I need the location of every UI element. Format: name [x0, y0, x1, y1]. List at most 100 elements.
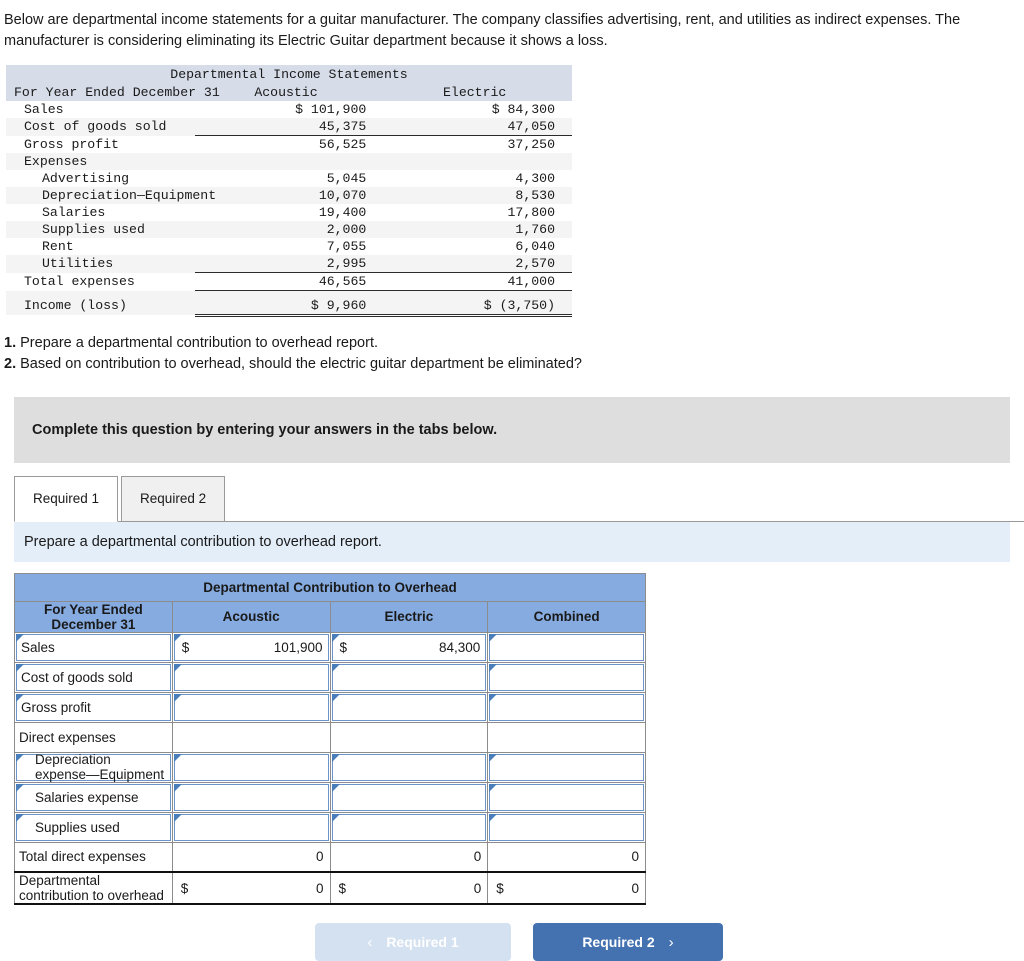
total-value: 0	[488, 849, 645, 864]
is-value-electric: 37,250	[383, 136, 572, 154]
previous-button-label: Required 1	[386, 934, 458, 950]
answer-value-cell-combined[interactable]	[488, 812, 646, 842]
label-input-depreciation[interactable]: Depreciation expense—Equipment	[16, 754, 171, 781]
answer-label-cell[interactable]: Supplies used	[15, 812, 173, 842]
dropdown-triangle-icon	[174, 784, 182, 792]
chevron-right-icon: ›	[669, 934, 674, 951]
next-required-2-button[interactable]: Required 2 ›	[533, 923, 723, 961]
dropdown-triangle-icon	[174, 754, 182, 762]
amount-input-value: 84,300	[333, 640, 486, 655]
amount-input-gross-profit-combined[interactable]	[489, 694, 644, 721]
label-input-gross-profit[interactable]: Gross profit	[16, 694, 171, 721]
is-value-electric: $ (3,750)	[383, 297, 572, 316]
answer-row-salaries: Salaries expense	[15, 782, 646, 812]
answer-value-cell-electric[interactable]	[330, 782, 488, 812]
is-row-rent: Rent 7,055 6,040	[6, 238, 572, 255]
tab-required-2[interactable]: Required 2	[121, 476, 225, 522]
contribution-combined: $ 0	[488, 873, 645, 903]
is-row-depreciation: Depreciation—Equipment 10,070 8,530	[6, 187, 572, 204]
currency-symbol: $	[182, 640, 190, 655]
amount-input-supplies-used-acoustic[interactable]	[174, 814, 329, 841]
requirement-item-1: 1. Prepare a departmental contribution t…	[4, 333, 1024, 354]
amount-input-salaries-electric[interactable]	[332, 784, 487, 811]
answer-value-cell-combined[interactable]	[488, 662, 646, 692]
income-statement-title-row: Departmental Income Statements	[6, 65, 572, 83]
total-value: 0	[331, 849, 488, 864]
answer-label-cell[interactable]: Salaries expense	[15, 782, 173, 812]
tab-required-1[interactable]: Required 1	[14, 476, 118, 522]
dropdown-triangle-icon	[489, 814, 497, 822]
answer-row-contribution: Departmental contribution to overhead $ …	[15, 872, 646, 904]
is-value-acoustic: 2,000	[195, 221, 384, 238]
answer-value-cell-combined[interactable]	[488, 632, 646, 662]
is-value-electric: 4,300	[383, 170, 572, 187]
is-value-electric: $ 84,300	[383, 101, 572, 118]
amount-input-depreciation-electric[interactable]	[332, 754, 487, 781]
answer-value-cell-electric[interactable]	[330, 812, 488, 842]
label-input-salaries[interactable]: Salaries expense	[16, 784, 171, 811]
is-value-electric: 17,800	[383, 204, 572, 221]
amount-input-gross-profit-acoustic[interactable]	[174, 694, 329, 721]
label-input-cogs[interactable]: Cost of goods sold	[16, 664, 171, 691]
dropdown-triangle-icon	[174, 664, 182, 672]
amount-input-sales-electric[interactable]: $ 84,300	[332, 634, 487, 661]
answer-label-cell[interactable]: Sales	[15, 632, 173, 662]
answer-value-cell-combined[interactable]	[488, 752, 646, 782]
answer-value-cell-combined[interactable]	[488, 692, 646, 722]
amount-input-depreciation-combined[interactable]	[489, 754, 644, 781]
amount-input-cogs-electric[interactable]	[332, 664, 487, 691]
answer-value-cell-acoustic[interactable]: $ 101,900	[172, 632, 330, 662]
is-label: Income (loss)	[6, 297, 195, 316]
answer-table-title-row: Departmental Contribution to Overhead	[15, 573, 646, 601]
amount-input-sales-combined[interactable]	[489, 634, 644, 661]
answer-label-cell[interactable]: Gross profit	[15, 692, 173, 722]
amount-input-sales-acoustic[interactable]: $ 101,900	[174, 634, 329, 661]
answer-header-acoustic: Acoustic	[172, 601, 330, 632]
is-label: Cost of goods sold	[6, 118, 195, 136]
label-input-value: Depreciation expense—Equipment	[17, 752, 170, 782]
amount-input-salaries-combined[interactable]	[489, 784, 644, 811]
amount-input-cogs-combined[interactable]	[489, 664, 644, 691]
amount-input-depreciation-acoustic[interactable]	[174, 754, 329, 781]
label-input-value: Gross profit	[17, 700, 170, 715]
answer-value-cell-acoustic[interactable]	[172, 692, 330, 722]
requirement-text: Based on contribution to overhead, shoul…	[20, 356, 582, 372]
dropdown-triangle-icon	[16, 814, 24, 822]
answer-value-cell-electric[interactable]	[330, 662, 488, 692]
answer-value-cell-electric[interactable]	[330, 692, 488, 722]
amount-input-supplies-used-combined[interactable]	[489, 814, 644, 841]
answer-value-cell-electric[interactable]	[330, 752, 488, 782]
dropdown-triangle-icon	[16, 694, 24, 702]
dropdown-triangle-icon	[489, 784, 497, 792]
answer-value-cell-acoustic[interactable]	[172, 662, 330, 692]
answer-value-cell-combined[interactable]	[488, 782, 646, 812]
is-value-acoustic: $ 101,900	[195, 101, 384, 118]
dropdown-triangle-icon	[16, 634, 24, 642]
answer-value-cell-electric[interactable]: $ 84,300	[330, 632, 488, 662]
answer-value-cell-acoustic[interactable]	[172, 782, 330, 812]
dropdown-triangle-icon	[332, 694, 340, 702]
dropdown-triangle-icon	[332, 664, 340, 672]
income-statement-col-electric: Electric	[383, 83, 572, 101]
is-value-acoustic: 56,525	[195, 136, 384, 154]
currency-symbol: $	[340, 640, 348, 655]
amount-input-value: 101,900	[175, 640, 328, 655]
label-input-sales[interactable]: Sales	[16, 634, 171, 661]
amount-input-supplies-used-electric[interactable]	[332, 814, 487, 841]
answer-value-cell-acoustic[interactable]	[172, 812, 330, 842]
previous-required-1-button[interactable]: ‹ Required 1	[315, 923, 511, 961]
answer-label-cell[interactable]: Depreciation expense—Equipment	[15, 752, 173, 782]
is-label: Supplies used	[6, 221, 195, 238]
amount-input-salaries-acoustic[interactable]	[174, 784, 329, 811]
answer-label-cell[interactable]: Cost of goods sold	[15, 662, 173, 692]
dropdown-triangle-icon	[332, 784, 340, 792]
amount-input-gross-profit-electric[interactable]	[332, 694, 487, 721]
amount-input-cogs-acoustic[interactable]	[174, 664, 329, 691]
label-input-supplies-used[interactable]: Supplies used	[16, 814, 171, 841]
is-value-acoustic: 19,400	[195, 204, 384, 221]
answer-value-cell-acoustic[interactable]	[172, 752, 330, 782]
requirement-text: Prepare a departmental contribution to o…	[20, 335, 378, 351]
answer-row-direct-expenses: Direct expenses	[15, 722, 646, 752]
is-label: Rent	[6, 238, 195, 255]
is-value-acoustic	[195, 153, 384, 170]
